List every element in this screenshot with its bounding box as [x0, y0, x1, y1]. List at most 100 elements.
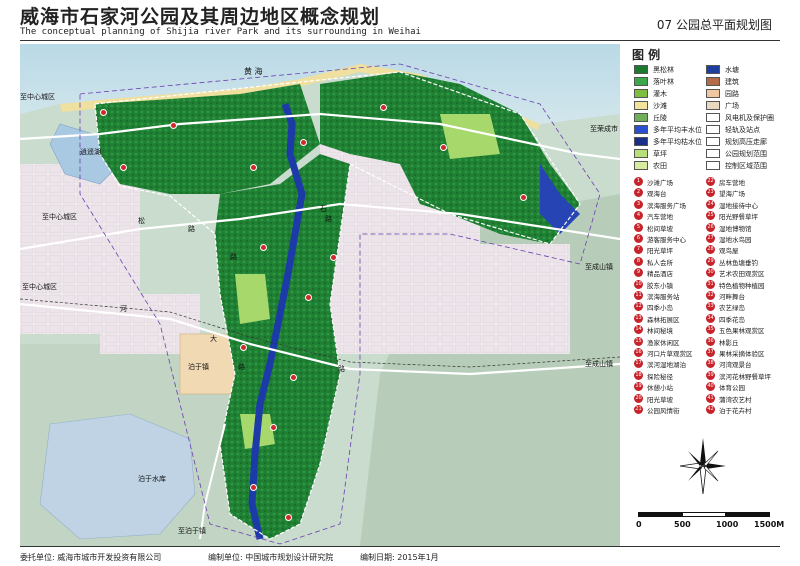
legend-title: 图 例	[632, 48, 661, 62]
legend-symbol-label: 落叶林	[653, 78, 674, 86]
lawn-2	[440, 114, 500, 159]
legend-place-label: 艺术农田观赏区	[719, 270, 765, 279]
plan-map-graphic	[20, 44, 620, 546]
place-pin[interactable]	[290, 374, 297, 381]
legend-place-label: 渔家休闲区	[647, 338, 680, 347]
urban-east	[480, 244, 570, 354]
legend-place-label: 农艺绿岛	[719, 304, 745, 313]
place-pin[interactable]	[440, 144, 447, 151]
title-english: The conceptual planning of Shijia river …	[20, 27, 421, 37]
legend-place-number: 3	[634, 199, 643, 209]
place-pin[interactable]	[120, 164, 127, 171]
legend-place-number: 29	[706, 256, 715, 266]
place-pin[interactable]	[520, 194, 527, 201]
label-road-lu-3: 路	[338, 365, 345, 373]
plan-map[interactable]: 黄 海 逍遥湖 泊于水库 泊于镇 路 至中心城区 至中心城区 至中心城区 至荣成…	[20, 44, 620, 546]
place-pin[interactable]	[330, 254, 337, 261]
legend-place-number: 9	[634, 268, 643, 278]
legend-place-number: 15	[634, 336, 643, 346]
legend-place-label: 泊于花卉村	[719, 407, 752, 415]
scale-label-0: 0	[636, 520, 642, 529]
legend-place-label: 休憩小站	[647, 384, 673, 393]
legend-symbol-label: 农田	[653, 162, 667, 170]
place-pin[interactable]	[100, 109, 107, 116]
header: 威海市石家河公园及其周边地区概念规划 The conceptual planni…	[0, 0, 800, 44]
north-compass	[678, 436, 728, 500]
legend-place-label: 滨海服务站	[647, 293, 680, 301]
place-pin[interactable]	[240, 344, 247, 351]
scale-label-500: 500	[674, 520, 691, 529]
place-pin[interactable]	[250, 484, 257, 491]
legend-place-label: 湿地接待中心	[719, 201, 758, 210]
place-pin[interactable]	[380, 104, 387, 111]
legend-place-number: 19	[634, 382, 643, 392]
legend-place-label: 四季小岛	[647, 304, 673, 313]
legend-symbol-label: 灌木	[653, 90, 667, 98]
legend-swatch	[634, 125, 648, 134]
legend-place-label: 汽车营地	[647, 213, 673, 222]
legend-place-label: 沙滩广场	[647, 179, 673, 187]
label-road-lu-1: 路	[188, 225, 195, 233]
place-pin[interactable]	[260, 244, 267, 251]
legend-symbol-label: 多年平均丰水位	[653, 126, 702, 134]
legend-place-number: 22	[706, 177, 715, 186]
title-chinese: 威海市石家河公园及其周边地区概念规划	[20, 6, 381, 28]
legend-place-number: 11	[634, 291, 643, 300]
legend-place-label: 阳光野餐草坪	[719, 213, 758, 222]
legend-place-number: 30	[706, 268, 715, 278]
legend-place-number: 12	[634, 302, 643, 312]
legend-swatch	[706, 89, 720, 98]
label-reservoir: 泊于水库	[138, 475, 166, 483]
label-road-to-center-mid1: 至中心城区	[42, 213, 77, 221]
place-pin[interactable]	[170, 122, 177, 129]
legend-place-number: 34	[706, 313, 715, 323]
place-pin[interactable]	[285, 514, 292, 521]
scale-segment	[638, 512, 682, 517]
legend-place-number: 1	[634, 177, 643, 186]
legend-place-number: 27	[706, 234, 715, 243]
legend-symbol-label: 园路	[725, 90, 739, 98]
legend-place-label: 滨河湿地湖泊	[647, 361, 686, 370]
legend-place-number: 26	[706, 222, 715, 232]
legend-place-label: 阳光草坡	[647, 395, 673, 404]
label-lake: 逍遥湖	[80, 148, 101, 156]
legend-place-label: 滨河花林野餐草坪	[719, 372, 771, 381]
legend-place-number: 41	[706, 393, 715, 403]
legend-place-number: 17	[634, 359, 643, 369]
legend-symbol-label: 沙滩	[653, 102, 667, 110]
label-town-road: 路	[238, 363, 245, 371]
legend-place-label: 望海广场	[719, 190, 745, 199]
legend-place-number: 8	[634, 256, 643, 266]
place-pin[interactable]	[270, 424, 277, 431]
place-pin[interactable]	[305, 294, 312, 301]
legend-place-label: 精品酒店	[647, 270, 673, 279]
place-pin[interactable]	[250, 164, 257, 171]
legend-place-label: 游客服务中心	[647, 236, 686, 244]
legend-place-number: 23	[706, 188, 715, 198]
label-road-da: 大	[210, 335, 217, 343]
legend-symbol-label: 风电机及保护圈	[725, 114, 774, 122]
legend-place-number: 33	[706, 302, 715, 312]
legend-place-number: 21	[634, 405, 643, 414]
legend-place-label: 房车营地	[719, 179, 745, 187]
legend-swatch	[706, 161, 720, 170]
legend-place-number: 25	[706, 211, 715, 221]
scale-segment	[726, 512, 770, 517]
legend-place-number: 37	[706, 348, 715, 357]
legend-symbol-label: 规划高压走廊	[725, 138, 767, 146]
legend-place-number: 18	[634, 370, 643, 380]
legend-place-label: 观海台	[647, 190, 667, 199]
label-road-lu-4: 路	[325, 215, 332, 223]
legend-swatch	[634, 101, 648, 110]
legend-place-number: 6	[634, 234, 643, 243]
legend-swatch	[706, 125, 720, 134]
legend-symbol-label: 控制区域范围	[725, 162, 767, 170]
legend-symbol-label: 草坪	[653, 150, 667, 158]
legend-place-label: 特色植物种植园	[719, 281, 765, 290]
place-pin[interactable]	[300, 139, 307, 146]
footer-date: 编制日期: 2015年1月	[360, 553, 439, 562]
legend-place-number: 38	[706, 359, 715, 369]
legend-place-label: 公园风情街	[647, 407, 680, 415]
legend-place-number: 36	[706, 336, 715, 346]
label-road-song: 松	[138, 217, 145, 225]
